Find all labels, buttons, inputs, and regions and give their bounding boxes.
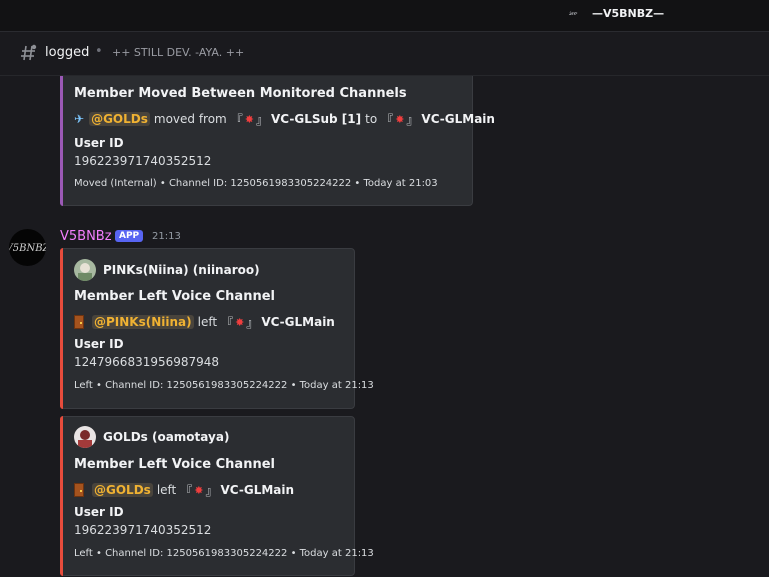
bot-avatar-logo-icon: V5BNBZ — [9, 243, 46, 254]
avatar[interactable] — [74, 259, 96, 281]
embed-moved: Member Moved Between Monitored Channels … — [60, 60, 495, 206]
embed-author: GOLDs (oamotaya) — [74, 426, 229, 448]
channel-mention[interactable]: VC-GLMain — [261, 315, 335, 329]
embed-author-name[interactable]: PINKs(Niina) (niinaroo) — [103, 263, 260, 277]
avatar[interactable]: V5BNBZ — [9, 229, 46, 266]
header-separator: • — [95, 44, 103, 59]
channel-mention-to[interactable]: VC-GLMain — [421, 112, 495, 126]
embed-description: @PINKs(Niina) left 『✸』 VC-GLMain — [74, 313, 335, 331]
avatar[interactable] — [74, 426, 96, 448]
app-badge: APP — [115, 230, 144, 242]
field-value: 196223971740352512 — [74, 523, 212, 537]
bracket-open: 『 — [381, 112, 394, 127]
bracket-close: 』 — [205, 483, 218, 498]
collision-icon: ✸ — [395, 112, 405, 126]
verb-text: moved from — [153, 112, 227, 126]
embed-color-bar — [60, 248, 63, 409]
embed-footer: Moved (Internal) • Channel ID: 125056198… — [74, 178, 438, 189]
message-timestamp[interactable]: 21:13 — [152, 231, 181, 242]
collision-icon: ✸ — [244, 112, 254, 126]
door-icon — [74, 483, 84, 497]
channel-mention-from[interactable]: VC-GLSub [1] — [271, 112, 361, 126]
server-name[interactable]: —V5BNBZ— — [592, 7, 664, 20]
bracket-close: 』 — [255, 112, 268, 127]
channel-name[interactable]: logged — [45, 45, 89, 60]
verb-text: left — [156, 483, 177, 497]
user-mention[interactable]: @GOLDs — [89, 112, 150, 126]
embed-left-2: GOLDs (oamotaya) Member Left Voice Chann… — [60, 416, 374, 576]
embed-author: PINKs(Niina) (niinaroo) — [74, 259, 260, 281]
bracket-open: 『 — [180, 483, 193, 498]
channel-header-overlay: logged • ++ STILL DEV. -AYA. ++ — [0, 32, 769, 75]
embed-title: Member Left Voice Channel — [74, 289, 275, 304]
embed-description: ✈ @GOLDs moved from 『✸』 VC-GLSub [1] to … — [74, 110, 495, 128]
airplane-icon: ✈ — [74, 112, 85, 126]
top-bar: 𝓈𝓌 —V5BNBZ— — [0, 0, 769, 32]
embed-author-name[interactable]: GOLDs (oamotaya) — [103, 430, 229, 444]
bracket-open: 『 — [230, 112, 243, 127]
embed-color-bar — [60, 60, 63, 206]
field-value: 1247966831956987948 — [74, 355, 220, 369]
field-value: 196223971740352512 — [74, 154, 212, 168]
channel-hash-icon — [21, 44, 37, 61]
message-author[interactable]: V5BNBz — [60, 229, 112, 244]
door-icon — [74, 315, 84, 329]
channel-topic[interactable]: ++ STILL DEV. -AYA. ++ — [112, 46, 244, 59]
bracket-close: 』 — [246, 315, 259, 330]
embed-title: Member Left Voice Channel — [74, 457, 275, 472]
to-text: to — [365, 112, 378, 126]
field-name: User ID — [74, 505, 124, 519]
bracket-close: 』 — [406, 112, 419, 127]
collision-icon: ✸ — [235, 315, 245, 329]
embed-color-bar — [60, 416, 63, 576]
verb-text: left — [197, 315, 218, 329]
bracket-open: 『 — [221, 315, 234, 330]
embed-footer: Left • Channel ID: 1250561983305224222 •… — [74, 380, 374, 391]
embed-footer: Left • Channel ID: 1250561983305224222 •… — [74, 548, 374, 559]
field-name: User ID — [74, 337, 124, 351]
embed-description: @GOLDs left 『✸』 VC-GLMain — [74, 481, 294, 499]
user-mention[interactable]: @GOLDs — [92, 483, 153, 497]
svg-text:V5BNBZ: V5BNBZ — [9, 243, 46, 254]
embed-title: Member Moved Between Monitored Channels — [74, 86, 407, 101]
server-logo-icon[interactable]: 𝓈𝓌 — [569, 8, 578, 18]
channel-mention[interactable]: VC-GLMain — [221, 483, 295, 497]
embed-left-1: PINKs(Niina) (niinaroo) Member Left Voic… — [60, 248, 374, 409]
user-mention[interactable]: @PINKs(Niina) — [92, 315, 194, 329]
collision-icon: ✸ — [194, 483, 204, 497]
field-name: User ID — [74, 136, 124, 150]
